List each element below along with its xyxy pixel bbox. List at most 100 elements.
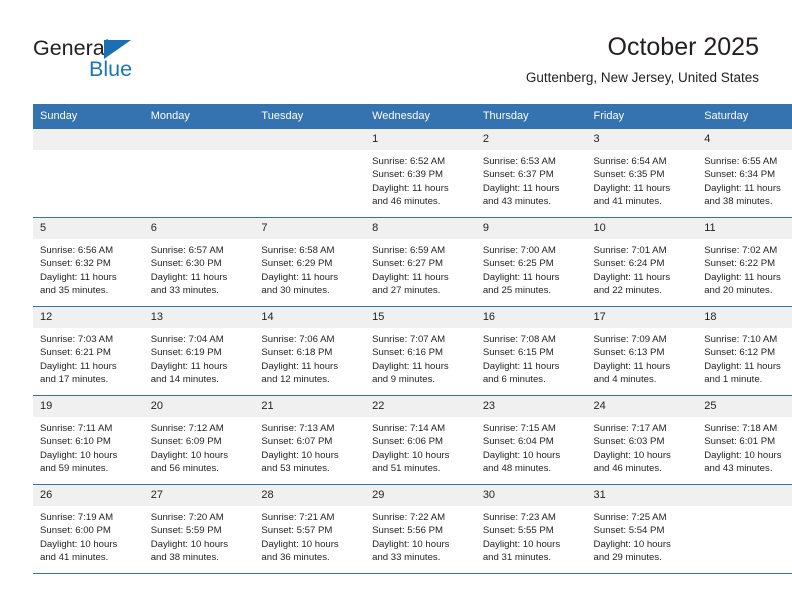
calendar-day-cell[interactable]: 28 Sunrise: 7:21 AM Sunset: 5:57 PM Dayligh…: [254, 484, 366, 574]
sunset-time: Sunset: 6:10 PM: [40, 436, 111, 448]
day-number: 3: [586, 129, 698, 150]
daylight-hours: Daylight: 11 hours: [482, 271, 560, 283]
calendar-day-cell[interactable]: 26 Sunrise: 7:19 AM Sunset: 6:00 PM Dayligh…: [33, 484, 144, 574]
sunset-time: Sunset: 6:29 PM: [261, 258, 333, 270]
daylight-hours: Daylight: 10 hours: [704, 449, 782, 461]
calendar-body: 1 Sunrise: 6:52 AM Sunset: 6:39 PM Daylight…: [33, 129, 792, 574]
calendar-day-cell[interactable]: 5 Sunrise: 6:56 AM Sunset: 6:32 PM Daylight…: [33, 217, 144, 307]
sun-times-details: Sunrise: 6:56 AM Sunset: 6:32 PM Daylight:…: [33, 239, 144, 298]
calendar-day-cell[interactable]: 15 Sunrise: 7:07 AM Sunset: 6:16 PM Dayligh…: [365, 306, 476, 396]
day-number: 31: [586, 485, 698, 506]
sun-times-details: Sunrise: 6:53 AM Sunset: 6:37 PM Daylight:…: [476, 150, 587, 209]
calendar-day-cell[interactable]: 9 Sunrise: 7:00 AM Sunset: 6:25 PM Daylight…: [475, 217, 587, 307]
sun-times-details: Sunrise: 7:04 AM Sunset: 6:19 PM Daylight:…: [144, 328, 255, 387]
sun-times-details: Sunrise: 7:17 AM Sunset: 6:03 PM Daylight:…: [587, 417, 698, 476]
calendar-day-cell[interactable]: 23 Sunrise: 7:15 AM Sunset: 6:04 PM Dayligh…: [475, 395, 587, 485]
sunrise-time: Sunrise: 6:57 AM: [150, 245, 224, 256]
daylight-hours: Daylight: 11 hours: [593, 182, 671, 194]
calendar-day-cell[interactable]: 14 Sunrise: 7:06 AM Sunset: 6:18 PM Dayligh…: [254, 306, 366, 396]
sun-times-details: Sunrise: 7:22 AM Sunset: 5:56 PM Daylight:…: [365, 506, 476, 565]
calendar-day-cell-empty: [254, 129, 366, 218]
calendar-week-row: 19 Sunrise: 7:11 AM Sunset: 6:10 PM Dayligh…: [33, 395, 792, 485]
daylight-hours: Daylight: 10 hours: [593, 449, 671, 461]
calendar-week-row: 1 Sunrise: 6:52 AM Sunset: 6:39 PM Daylight…: [33, 129, 792, 218]
daylight-minutes: and 33 minutes.: [150, 285, 219, 297]
calendar-day-cell[interactable]: 8 Sunrise: 6:59 AM Sunset: 6:27 PM Daylight…: [365, 217, 476, 307]
generalblue-logo[interactable]: General Blue: [33, 36, 263, 86]
day-number: 19: [33, 396, 144, 417]
day-number: 14: [254, 307, 366, 328]
calendar-day-cell[interactable]: 21 Sunrise: 7:13 AM Sunset: 6:07 PM Dayligh…: [254, 395, 366, 485]
daylight-minutes: and 14 minutes.: [150, 374, 219, 386]
sunset-time: Sunset: 6:09 PM: [150, 436, 222, 448]
logo-text-blue: Blue: [89, 57, 133, 81]
calendar-day-cell[interactable]: 16 Sunrise: 7:08 AM Sunset: 6:15 PM Dayligh…: [475, 306, 587, 396]
calendar-day-cell[interactable]: 4 Sunrise: 6:55 AM Sunset: 6:34 PM Daylight…: [697, 129, 792, 218]
daylight-minutes: and 20 minutes.: [704, 285, 773, 297]
calendar-day-cell-empty: [33, 129, 144, 218]
sun-times-details: Sunrise: 7:01 AM Sunset: 6:24 PM Daylight:…: [587, 239, 698, 298]
weekday-header-thursday: Thursday: [475, 104, 587, 129]
calendar-day-cell[interactable]: 6 Sunrise: 6:57 AM Sunset: 6:30 PM Daylight…: [143, 217, 255, 307]
weekday-header-wednesday: Wednesday: [365, 104, 476, 129]
daylight-minutes: and 53 minutes.: [261, 463, 330, 475]
daylight-hours: Daylight: 11 hours: [372, 271, 449, 283]
calendar-day-cell[interactable]: 18 Sunrise: 7:10 AM Sunset: 6:12 PM Dayligh…: [697, 306, 792, 396]
calendar-day-cell[interactable]: 30 Sunrise: 7:23 AM Sunset: 5:55 PM Dayligh…: [475, 484, 587, 574]
calendar-day-cell[interactable]: 11 Sunrise: 7:02 AM Sunset: 6:22 PM Dayligh…: [697, 217, 792, 307]
calendar-day-cell[interactable]: 31 Sunrise: 7:25 AM Sunset: 5:54 PM Dayligh…: [586, 484, 698, 574]
day-number: 9: [475, 218, 587, 239]
calendar-day-cell[interactable]: 10 Sunrise: 7:01 AM Sunset: 6:24 PM Dayligh…: [586, 217, 698, 307]
sunset-time: Sunset: 6:16 PM: [372, 347, 444, 359]
sunrise-time: Sunrise: 7:17 AM: [593, 423, 667, 434]
day-number: 4: [697, 129, 792, 150]
day-number: 6: [143, 218, 255, 239]
sun-times-details: Sunrise: 6:55 AM Sunset: 6:34 PM Daylight:…: [697, 150, 792, 209]
sunset-time: Sunset: 6:19 PM: [150, 347, 222, 359]
daylight-minutes: and 43 minutes.: [482, 196, 552, 208]
calendar-day-cell[interactable]: 12 Sunrise: 7:03 AM Sunset: 6:21 PM Dayligh…: [33, 306, 144, 396]
calendar-day-cell[interactable]: 22 Sunrise: 7:14 AM Sunset: 6:06 PM Dayligh…: [365, 395, 476, 485]
calendar-day-cell[interactable]: 1 Sunrise: 6:52 AM Sunset: 6:39 PM Daylight…: [365, 129, 476, 218]
sunset-time: Sunset: 6:00 PM: [40, 525, 111, 537]
calendar-day-cell[interactable]: 17 Sunrise: 7:09 AM Sunset: 6:13 PM Dayligh…: [586, 306, 698, 396]
daylight-hours: Daylight: 11 hours: [150, 360, 228, 372]
sun-times-details: Sunrise: 6:59 AM Sunset: 6:27 PM Daylight:…: [365, 239, 476, 298]
daylight-minutes: and 46 minutes.: [372, 196, 441, 208]
calendar-day-cell[interactable]: 29 Sunrise: 7:22 AM Sunset: 5:56 PM Dayligh…: [365, 484, 476, 574]
day-number: 18: [697, 307, 792, 328]
sunrise-time: Sunrise: 7:09 AM: [593, 334, 667, 345]
calendar-day-cell-empty: [697, 484, 792, 574]
day-number: 17: [586, 307, 698, 328]
title-block: October 2025 Guttenberg, New Jersey, Uni…: [526, 32, 759, 86]
sunset-time: Sunset: 6:12 PM: [704, 347, 776, 359]
calendar-day-cell[interactable]: 27 Sunrise: 7:20 AM Sunset: 5:59 PM Dayligh…: [143, 484, 255, 574]
sunrise-time: Sunrise: 7:25 AM: [593, 512, 667, 523]
daylight-minutes: and 9 minutes.: [372, 374, 436, 386]
calendar-day-cell[interactable]: 3 Sunrise: 6:54 AM Sunset: 6:35 PM Daylight…: [586, 129, 698, 218]
calendar-day-cell[interactable]: 25 Sunrise: 7:18 AM Sunset: 6:01 PM Dayligh…: [697, 395, 792, 485]
sunrise-time: Sunrise: 7:07 AM: [372, 334, 446, 345]
sunset-time: Sunset: 6:22 PM: [704, 258, 776, 270]
calendar-day-cell[interactable]: 20 Sunrise: 7:12 AM Sunset: 6:09 PM Dayligh…: [143, 395, 255, 485]
sun-times-details: Sunrise: 7:06 AM Sunset: 6:18 PM Daylight:…: [254, 328, 365, 387]
sun-times-details: Sunrise: 7:11 AM Sunset: 6:10 PM Daylight:…: [33, 417, 144, 476]
day-number: 22: [365, 396, 476, 417]
sunset-time: Sunset: 6:21 PM: [40, 347, 111, 359]
day-number: 30: [475, 485, 587, 506]
calendar-day-cell[interactable]: 2 Sunrise: 6:53 AM Sunset: 6:37 PM Daylight…: [475, 129, 587, 218]
weekday-header-sunday: Sunday: [33, 104, 144, 129]
daylight-minutes: and 1 minute.: [704, 374, 763, 386]
day-number: 2: [475, 129, 587, 150]
calendar-day-cell[interactable]: 7 Sunrise: 6:58 AM Sunset: 6:29 PM Daylight…: [254, 217, 366, 307]
calendar-day-cell[interactable]: 19 Sunrise: 7:11 AM Sunset: 6:10 PM Dayligh…: [33, 395, 144, 485]
calendar-day-cell[interactable]: 24 Sunrise: 7:17 AM Sunset: 6:03 PM Dayligh…: [586, 395, 698, 485]
sunrise-time: Sunrise: 7:19 AM: [40, 512, 114, 523]
day-number: 11: [697, 218, 792, 239]
sunset-time: Sunset: 6:35 PM: [593, 169, 665, 181]
sunset-time: Sunset: 6:07 PM: [261, 436, 333, 448]
daylight-hours: Daylight: 11 hours: [40, 271, 117, 283]
calendar-day-cell[interactable]: 13 Sunrise: 7:04 AM Sunset: 6:19 PM Dayligh…: [143, 306, 255, 396]
daylight-hours: Daylight: 10 hours: [593, 538, 671, 550]
sunrise-time: Sunrise: 7:10 AM: [704, 334, 778, 345]
